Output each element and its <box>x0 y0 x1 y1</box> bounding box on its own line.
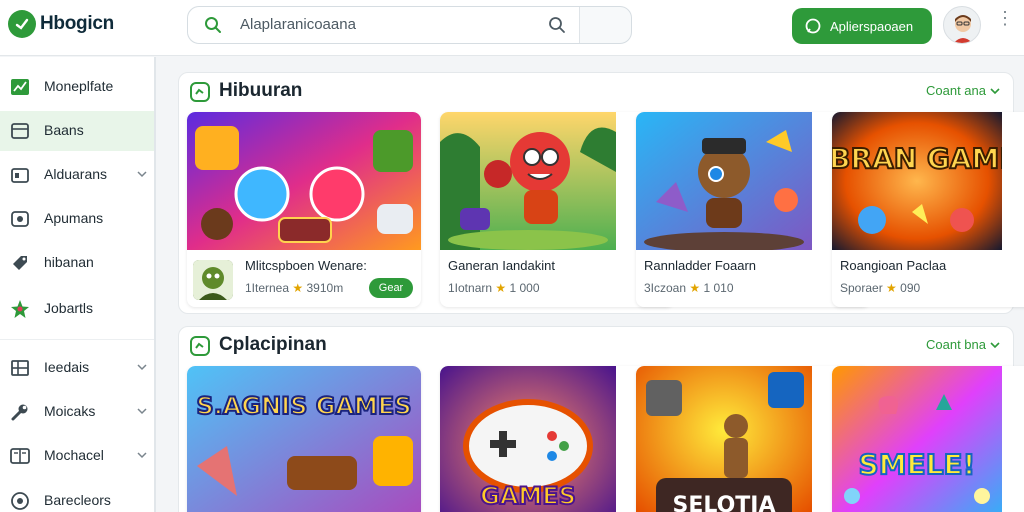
see-all-label: Coant bna <box>926 337 986 352</box>
search-icon <box>204 16 222 39</box>
wrench-icon <box>10 402 30 422</box>
game-thumbnail[interactable]: S.AGNIS GAMES <box>187 366 421 512</box>
apps-icon <box>10 165 30 185</box>
game-category: Sporaer <box>840 281 883 295</box>
rating-star-icon: ★ <box>292 281 304 295</box>
chart-icon <box>10 77 30 97</box>
get-button[interactable]: Gear <box>369 278 413 298</box>
search-bar[interactable]: Alaplaranicoaana <box>187 6 632 44</box>
controller-icon <box>189 81 210 102</box>
user-avatar[interactable] <box>943 6 981 44</box>
section-title: Hibuuran <box>219 80 303 101</box>
game-thumbnail[interactable]: HIBRAN GAMES <box>832 112 1024 250</box>
logo-icon <box>8 10 36 38</box>
sidebar-item-5[interactable]: hibanan <box>0 243 154 283</box>
thumbnail-text: SELOTIA <box>672 493 775 512</box>
thumbnail-text: SMELE! <box>859 448 976 481</box>
rating-star-icon: ★ <box>495 281 507 295</box>
game-card[interactable]: S.AGNIS GAMES <box>187 366 421 512</box>
sidebar-item-label: Ieedais <box>44 359 90 375</box>
sidebar-item-3[interactable]: Alduarans <box>0 155 154 195</box>
game-meta: Sporaer ★ 090 <box>840 281 920 295</box>
sidebar: Moneplfate Baans Alduarans Apumans hiban… <box>0 57 156 512</box>
search-submit-icon[interactable] <box>548 16 566 39</box>
sidebar-item-label: Baans <box>44 122 84 138</box>
chevron-down-icon <box>136 167 148 183</box>
section-recommended: Cplacipinan Coant bna S.AGNIS GAMES GAME… <box>178 326 1024 512</box>
publisher-avatar <box>193 260 233 300</box>
search-input[interactable]: Alaplaranicoaana <box>188 7 580 43</box>
game-thumbnail[interactable] <box>187 112 421 250</box>
game-meta: 1Iternea ★ 3910m <box>245 281 343 295</box>
chevron-down-icon <box>136 448 148 464</box>
star-icon <box>10 299 30 319</box>
chat-icon <box>805 18 821 34</box>
sidebar-item-label: hibanan <box>44 254 94 270</box>
rating-star-icon: ★ <box>689 281 701 295</box>
sidebar-item-label: Moicaks <box>44 403 96 419</box>
app-name: Hbogicn <box>40 13 114 34</box>
sidebar-item-2[interactable]: Baans <box>0 111 154 151</box>
section-entertainment: Hibuuran Coant ana Mlitcspboen Wenare: 1… <box>178 72 1024 314</box>
thumbnail-text: HIBRAN GAMES <box>832 142 1002 175</box>
grid-icon <box>10 121 30 141</box>
game-title: Rannladder Foaarn <box>644 258 757 273</box>
game-count: 1 000 <box>509 281 540 295</box>
table-icon <box>10 358 30 378</box>
sidebar-item-label: Jobartls <box>44 300 94 316</box>
game-meta: 1Iotnarn ★ 1 000 <box>448 281 540 295</box>
chevron-down-icon <box>136 404 148 420</box>
sidebar-item-6[interactable]: Jobartls <box>0 289 154 329</box>
chevron-down-icon <box>990 87 1000 94</box>
game-category: 1Iotnarn <box>448 281 493 295</box>
sidebar-item-label: Apumans <box>44 210 104 226</box>
primary-action-button[interactable]: Aplierspaoaen <box>792 8 932 44</box>
thumbnail-text: GAMES <box>480 482 576 510</box>
game-title: Roangioan Paclaa <box>840 258 947 273</box>
game-card[interactable]: HIBRAN GAMES Roangioan Paclaa ⋮ Sporaer … <box>832 112 1024 307</box>
box-icon <box>10 209 30 229</box>
sidebar-item-7[interactable]: Ieedais <box>0 348 154 388</box>
chevron-down-icon <box>990 341 1000 348</box>
game-card[interactable]: SMELE! <box>832 366 1024 512</box>
circle-icon <box>10 491 30 511</box>
top-bar: Hbogicn Alaplaranicoaana Aplierspaoaen ⋮ <box>0 0 1024 56</box>
section-title: Cplacipinan <box>219 334 327 355</box>
sidebar-item-4[interactable]: Apumans <box>0 199 154 239</box>
see-all-link[interactable]: Coant ana <box>926 83 1001 98</box>
sidebar-item-label: Moneplfate <box>44 78 114 94</box>
game-title: Ganeran Iandakint <box>448 258 555 273</box>
sidebar-item-10[interactable]: Barecleors <box>0 481 154 512</box>
chevron-down-icon <box>136 360 148 376</box>
sidebar-item-label: Mochacel <box>44 447 104 463</box>
primary-action-label: Aplierspaoaen <box>830 18 914 34</box>
sidebar-divider <box>0 339 154 340</box>
more-options-icon[interactable]: ⋮ <box>996 9 1014 27</box>
game-category: 3Iczoan <box>644 281 687 295</box>
game-category: 1Iternea <box>245 281 290 295</box>
sidebar-item-1[interactable]: Moneplfate <box>0 67 154 107</box>
game-meta: 3Iczoan ★ 1 010 <box>644 281 734 295</box>
game-card[interactable]: Mlitcspboen Wenare: 1Iternea ★ 3910m Gea… <box>187 112 421 307</box>
game-count: 090 <box>900 281 921 295</box>
thumbnail-text: S.AGNIS GAMES <box>196 392 411 420</box>
app-logo[interactable]: Hbogicn <box>8 10 114 38</box>
sidebar-item-9[interactable]: Mochacel <box>0 436 154 476</box>
see-all-label: Coant ana <box>926 83 986 98</box>
sidebar-item-label: Barecleors <box>44 492 111 508</box>
game-thumbnail[interactable]: SMELE! <box>832 366 1024 512</box>
sidebar-item-8[interactable]: Moicaks <box>0 392 154 432</box>
game-title: Mlitcspboen Wenare: <box>245 258 367 273</box>
rating-star-icon: ★ <box>886 281 897 295</box>
game-count: 1 010 <box>703 281 734 295</box>
search-placeholder: Alaplaranicoaana <box>240 16 356 33</box>
sidebar-item-label: Alduarans <box>44 166 108 182</box>
tag-icon <box>10 253 30 273</box>
controller-icon <box>189 335 210 356</box>
book-icon <box>10 446 30 466</box>
game-count: 3910m <box>306 281 344 295</box>
see-all-link[interactable]: Coant bna <box>926 337 1001 352</box>
